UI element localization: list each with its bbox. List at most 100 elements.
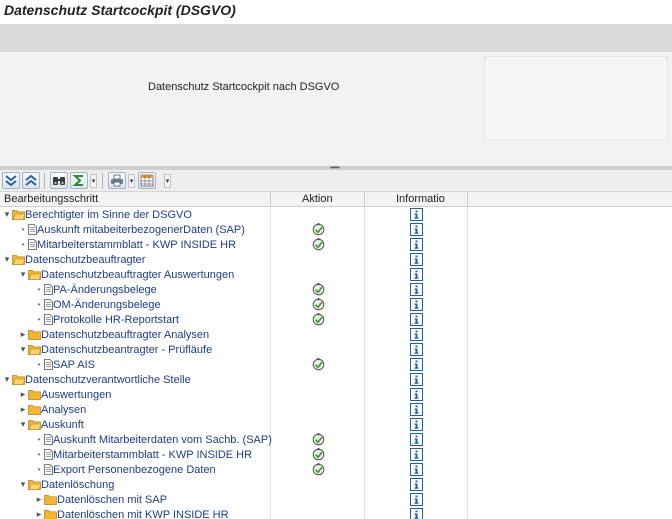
tree-node-label[interactable]: Datenlöschung [41,479,114,491]
tree-step-row[interactable]: • SAP AIS [0,357,672,372]
tree-folder-row[interactable]: ▾ Datenlöschung [0,477,672,492]
execute-icon[interactable] [312,283,325,296]
tree-node[interactable]: ▸ Datenlöschen mit SAP [34,492,167,507]
tree-node-label[interactable]: Auskunft mitabeiterbezogenerDaten (SAP) [37,224,245,236]
tree-node[interactable]: ▾ Datenschutzbeantragter - Prüfläufe [18,342,212,357]
tree-node[interactable]: ▸ Auswertungen [18,387,112,402]
tree-folder-row[interactable]: ▾ Auskunft [0,417,672,432]
tree-node[interactable]: • OM-Änderungsbelege [34,297,161,312]
tree-node[interactable]: • PA-Änderungsbelege [34,282,157,297]
tree-node[interactable]: ▾ Auskunft [18,417,84,432]
tree-node-label[interactable]: Datenlöschen mit SAP [57,494,167,506]
tree-folder-row[interactable]: ▾ Datenschutzverantwortliche Stelle [0,372,672,387]
info-icon[interactable] [410,448,423,461]
execute-icon[interactable] [312,298,325,311]
tree-step-row[interactable]: • OM-Änderungsbelege [0,297,672,312]
tree-folder-row[interactable]: ▸ Datenlöschen mit KWP INSIDE HR [0,507,672,519]
tree-node[interactable]: • Auskunft mitabeiterbezogenerDaten (SAP) [18,222,245,237]
expand-all-button[interactable] [2,172,20,189]
tree-node-label[interactable]: Datenschutzbeantragter - Prüfläufe [41,344,212,356]
column-header-step[interactable]: Bearbeitungsschritt [4,193,98,205]
chevron-right-icon[interactable]: ▸ [18,402,28,417]
info-icon[interactable] [410,283,423,296]
tree-node-label[interactable]: PA-Änderungsbelege [53,284,157,296]
tree-folder-row[interactable]: ▾ Datenschutzbeantragter - Prüfläufe [0,342,672,357]
tree-node[interactable]: ▾ Datenschutzverantwortliche Stelle [2,372,191,387]
info-icon[interactable] [410,313,423,326]
info-icon[interactable] [410,403,423,416]
execute-icon[interactable] [312,448,325,461]
tree-folder-row[interactable]: ▸ Auswertungen [0,387,672,402]
execute-icon[interactable] [312,313,325,326]
tree-node[interactable]: ▾ Berechtigter im Sinne der DSGVO [2,207,192,222]
tree-node[interactable]: • Auskunft Mitarbeiterdaten vom Sachb. (S… [34,432,272,447]
collapse-all-button[interactable] [22,172,40,189]
tree-node-label[interactable]: Mitarbeiterstammblatt - KWP INSIDE HR [53,449,252,461]
tree-node[interactable]: ▸ Analysen [18,402,87,417]
chevron-down-icon[interactable]: ▾ [18,267,28,282]
tree-folder-row[interactable]: ▸ Analysen [0,402,672,417]
tree-node[interactable]: • SAP AIS [34,357,95,372]
tree-node-label[interactable]: Datenschutzbeauftragter Analysen [41,329,209,341]
info-icon[interactable] [410,388,423,401]
tree-folder-row[interactable]: ▾ Datenschutzbeauftragter Auswertungen [0,267,672,282]
chevron-down-icon[interactable]: ▾ [2,207,12,222]
layout-dropdown[interactable]: ▾ [164,174,171,188]
find-button[interactable] [50,172,68,189]
tree-node[interactable]: • Protokolle HR-Reportstart [34,312,179,327]
tree-node-label[interactable]: Datenschutzbeauftragter Auswertungen [41,269,234,281]
info-icon[interactable] [410,268,423,281]
info-icon[interactable] [410,298,423,311]
tree-step-row[interactable]: • Protokolle HR-Reportstart [0,312,672,327]
info-icon[interactable] [410,208,423,221]
tree-node-label[interactable]: Mitarbeiterstammblatt - KWP INSIDE HR [37,239,236,251]
tree-node[interactable]: ▾ Datenschutzbeauftragter Auswertungen [18,267,235,282]
execute-icon[interactable] [312,433,325,446]
info-icon[interactable] [410,433,423,446]
chevron-right-icon[interactable]: ▸ [34,507,44,519]
tree-node-label[interactable]: Datenlöschen mit KWP INSIDE HR [57,509,229,519]
info-icon[interactable] [410,238,423,251]
chevron-down-icon[interactable]: ▾ [18,342,28,357]
tree-step-row[interactable]: • Export Personenbezogene Daten [0,462,672,477]
execute-icon[interactable] [312,463,325,476]
tree-node-label[interactable]: Auskunft [41,419,84,431]
tree-step-row[interactable]: • PA-Änderungsbelege [0,282,672,297]
info-icon[interactable] [410,478,423,491]
info-icon[interactable] [410,508,423,519]
tree-node-label[interactable]: Berechtigter im Sinne der DSGVO [25,209,192,221]
tree-node-label[interactable]: SAP AIS [53,359,95,371]
chevron-down-icon[interactable]: ▾ [18,417,28,432]
tree-node-label[interactable]: Export Personenbezogene Daten [53,464,216,476]
tree-node-label[interactable]: Analysen [41,404,86,416]
tree-node-label[interactable]: Datenschutzverantwortliche Stelle [25,374,191,386]
tree-node[interactable]: • Mitarbeiterstammblatt - KWP INSIDE HR [34,447,252,462]
tree-folder-row[interactable]: ▾ Datenschutzbeauftragter [0,252,672,267]
execute-icon[interactable] [312,358,325,371]
tree-node[interactable]: ▸ Datenlöschen mit KWP INSIDE HR [34,507,229,519]
chevron-down-icon[interactable]: ▾ [2,252,12,267]
info-icon[interactable] [410,373,423,386]
info-icon[interactable] [410,253,423,266]
tree-folder-row[interactable]: ▸ Datenlöschen mit SAP [0,492,672,507]
chevron-right-icon[interactable]: ▸ [34,492,44,507]
tree-folder-row[interactable]: ▸ Datenschutzbeauftragter Analysen [0,327,672,342]
tree-step-row[interactable]: • Auskunft mitabeiterbezogenerDaten (SAP) [0,222,672,237]
info-icon[interactable] [410,358,423,371]
tree-folder-row[interactable]: ▾ Berechtigter im Sinne der DSGVO [0,207,672,222]
chevron-down-icon[interactable]: ▾ [2,372,12,387]
tree-node-label[interactable]: OM-Änderungsbelege [53,299,161,311]
info-icon[interactable] [410,223,423,236]
execute-icon[interactable] [312,238,325,251]
chevron-right-icon[interactable]: ▸ [18,327,28,342]
chevron-down-icon[interactable]: ▾ [18,477,28,492]
column-header-information[interactable]: Informatio [396,193,445,205]
tree-node[interactable]: • Export Personenbezogene Daten [34,462,216,477]
tree-step-row[interactable]: • Mitarbeiterstammblatt - KWP INSIDE HR [0,447,672,462]
chevron-right-icon[interactable]: ▸ [18,387,28,402]
info-icon[interactable] [410,328,423,341]
print-button[interactable] [108,172,126,189]
tree-node-label[interactable]: Datenschutzbeauftragter [25,254,145,266]
print-dropdown[interactable]: ▾ [128,174,135,188]
layout-button[interactable] [138,172,156,189]
